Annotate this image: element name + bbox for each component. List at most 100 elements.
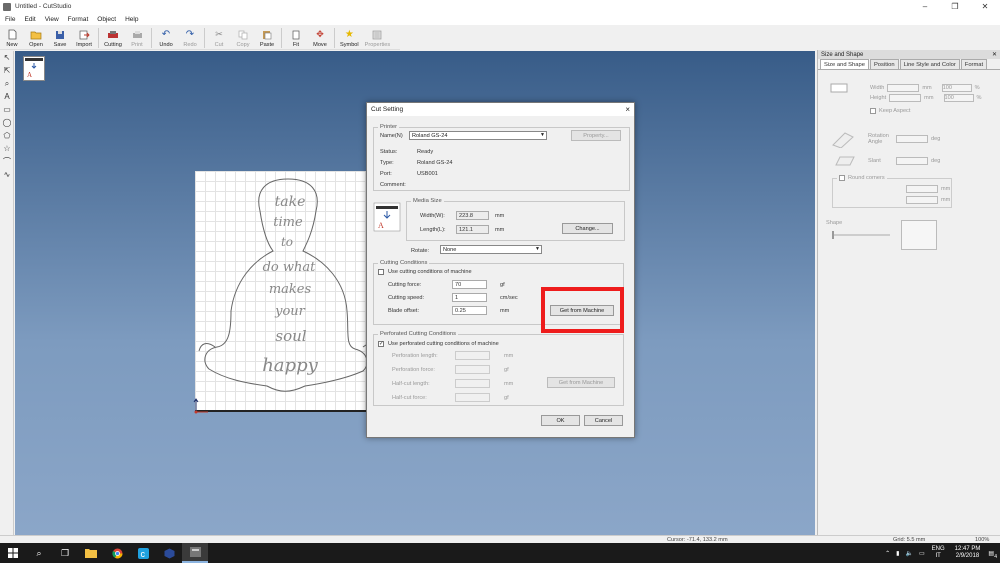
svg-text:A: A: [378, 221, 384, 230]
move-button[interactable]: ✥ Move: [308, 25, 332, 50]
design-line-2: time: [273, 215, 303, 230]
windows-start-icon[interactable]: [0, 543, 26, 563]
battery-icon[interactable]: ▭: [919, 550, 925, 557]
status-bar: Cursor: -71.4, 133.2 mm Grid: 5.5 mm 100…: [0, 535, 1000, 543]
corner-radius-x-input[interactable]: [906, 185, 938, 193]
copy-button[interactable]: Copy: [231, 25, 255, 50]
width-pct-unit: %: [974, 85, 980, 91]
cutstudio-taskbar-icon[interactable]: [182, 543, 208, 563]
blade-offset-input[interactable]: 0.25: [452, 306, 487, 315]
width-pct-input[interactable]: 100: [941, 84, 972, 92]
symbol-icon: ★: [344, 29, 354, 40]
paste-button[interactable]: Paste: [255, 25, 279, 50]
menu-edit[interactable]: Edit: [24, 16, 35, 23]
search-icon[interactable]: ⌕: [26, 543, 52, 563]
language-indicator[interactable]: ENG IT: [932, 546, 945, 560]
corner-radius-y-input[interactable]: [906, 196, 938, 204]
cutting-force-input[interactable]: 70: [452, 280, 487, 289]
rotate-select[interactable]: None ▼: [440, 245, 542, 254]
property-button[interactable]: Property...: [571, 130, 621, 141]
ok-button[interactable]: OK: [541, 415, 580, 426]
select-icon[interactable]: ↖: [0, 51, 14, 64]
open-button[interactable]: Open: [24, 25, 48, 50]
text-icon[interactable]: A: [0, 90, 14, 103]
cutting-button[interactable]: Cutting: [101, 25, 125, 50]
maximize-button[interactable]: ❐: [940, 0, 970, 13]
undo-button[interactable]: ↶ Undo: [154, 25, 178, 50]
curve-icon[interactable]: ∿: [0, 168, 14, 181]
chevron-down-icon: ▼: [535, 246, 540, 252]
task-view-icon[interactable]: ❐: [52, 543, 78, 563]
half-cut-force-input[interactable]: [455, 393, 490, 402]
cutting-sheet[interactable]: take time to do what makes your soul hap…: [195, 171, 381, 412]
half-cut-length-input[interactable]: [455, 379, 490, 388]
import-button[interactable]: Import: [72, 25, 96, 50]
menu-object[interactable]: Object: [97, 16, 116, 23]
height-pct-input[interactable]: 100: [943, 94, 974, 102]
file-explorer-icon[interactable]: [78, 543, 104, 563]
toolbar-separator: [334, 28, 335, 48]
save-button[interactable]: Save: [48, 25, 72, 50]
notification-icon[interactable]: ▤ 4: [988, 550, 997, 560]
use-perforated-conditions-checkbox[interactable]: ✓: [378, 341, 384, 347]
new-button[interactable]: New: [0, 25, 24, 50]
clock[interactable]: 12:47 PM 2/9/2018: [955, 546, 981, 560]
zoom-icon[interactable]: ⌕: [0, 77, 14, 90]
tab-format[interactable]: Format: [960, 59, 988, 69]
use-machine-conditions-checkbox[interactable]: [378, 269, 384, 275]
polyline-icon[interactable]: ⌒: [0, 155, 14, 168]
machine-thumbnail[interactable]: A: [23, 56, 45, 81]
chrome-icon[interactable]: [104, 543, 130, 563]
menu-format[interactable]: Format: [68, 16, 89, 23]
rectangle-icon[interactable]: ▭: [0, 103, 14, 116]
polygon-icon[interactable]: ⬠: [0, 129, 14, 142]
shape-slider[interactable]: [830, 230, 892, 240]
network-icon[interactable]: ▮: [896, 550, 899, 557]
cutting-icon: [107, 29, 119, 40]
machine-media-icon: A: [25, 58, 43, 79]
highlight-box: [541, 287, 624, 333]
node-edit-icon[interactable]: ⇱: [0, 64, 14, 77]
media-length-label: Length(L):: [420, 227, 446, 233]
minimize-button[interactable]: –: [910, 0, 940, 13]
close-window-button[interactable]: ✕: [970, 0, 1000, 13]
tab-line-style-color[interactable]: Line Style and Color: [899, 59, 960, 69]
perforation-force-input[interactable]: [455, 365, 490, 374]
change-media-button[interactable]: Change...: [562, 223, 613, 234]
printer-name-value: Roland GS-24: [412, 133, 448, 139]
panel-title: Size and Shape: [821, 51, 864, 58]
size-shape-panel: Size and Shape ✕ Size and Shape Position …: [817, 50, 1000, 535]
size-shape-icon: [830, 83, 848, 93]
ellipse-icon[interactable]: ◯: [0, 116, 14, 129]
tab-position[interactable]: Position: [869, 59, 899, 69]
symbol-button[interactable]: ★ Symbol: [337, 25, 362, 50]
menu-help[interactable]: Help: [125, 16, 138, 23]
app-box-icon[interactable]: [156, 543, 182, 563]
cutting-speed-input[interactable]: 1: [452, 293, 487, 302]
panel-close-icon[interactable]: ✕: [992, 51, 997, 58]
volume-icon[interactable]: 🔈: [905, 550, 912, 557]
properties-button[interactable]: Properties: [362, 25, 394, 50]
width-input[interactable]: [887, 84, 920, 92]
tab-size-and-shape[interactable]: Size and Shape: [820, 59, 869, 69]
star-icon[interactable]: ☆: [0, 142, 14, 155]
perforation-length-input[interactable]: [455, 351, 490, 360]
keep-aspect-checkbox[interactable]: [870, 108, 876, 114]
fit-button[interactable]: Fit: [284, 25, 308, 50]
cut-button[interactable]: ✂ Cut: [207, 25, 231, 50]
round-corners-checkbox[interactable]: [839, 175, 845, 181]
dialog-close-icon[interactable]: ×: [625, 105, 630, 114]
redo-button[interactable]: ↷ Redo: [178, 25, 202, 50]
rotation-input[interactable]: [896, 135, 928, 143]
printer-name-select[interactable]: Roland GS-24 ▼: [409, 131, 547, 140]
menu-view[interactable]: View: [45, 16, 59, 23]
tray-chevron-icon[interactable]: ⌃: [885, 550, 890, 557]
app-c-icon[interactable]: c: [130, 543, 156, 563]
perforated-get-from-machine-button[interactable]: Get from Machine: [547, 377, 615, 388]
height-input[interactable]: [889, 94, 922, 102]
menu-file[interactable]: File: [5, 16, 15, 23]
cancel-button[interactable]: Cancel: [584, 415, 623, 426]
slant-input[interactable]: [896, 157, 928, 165]
print-button[interactable]: Print: [125, 25, 149, 50]
perforation-force-unit: gf: [504, 367, 509, 373]
